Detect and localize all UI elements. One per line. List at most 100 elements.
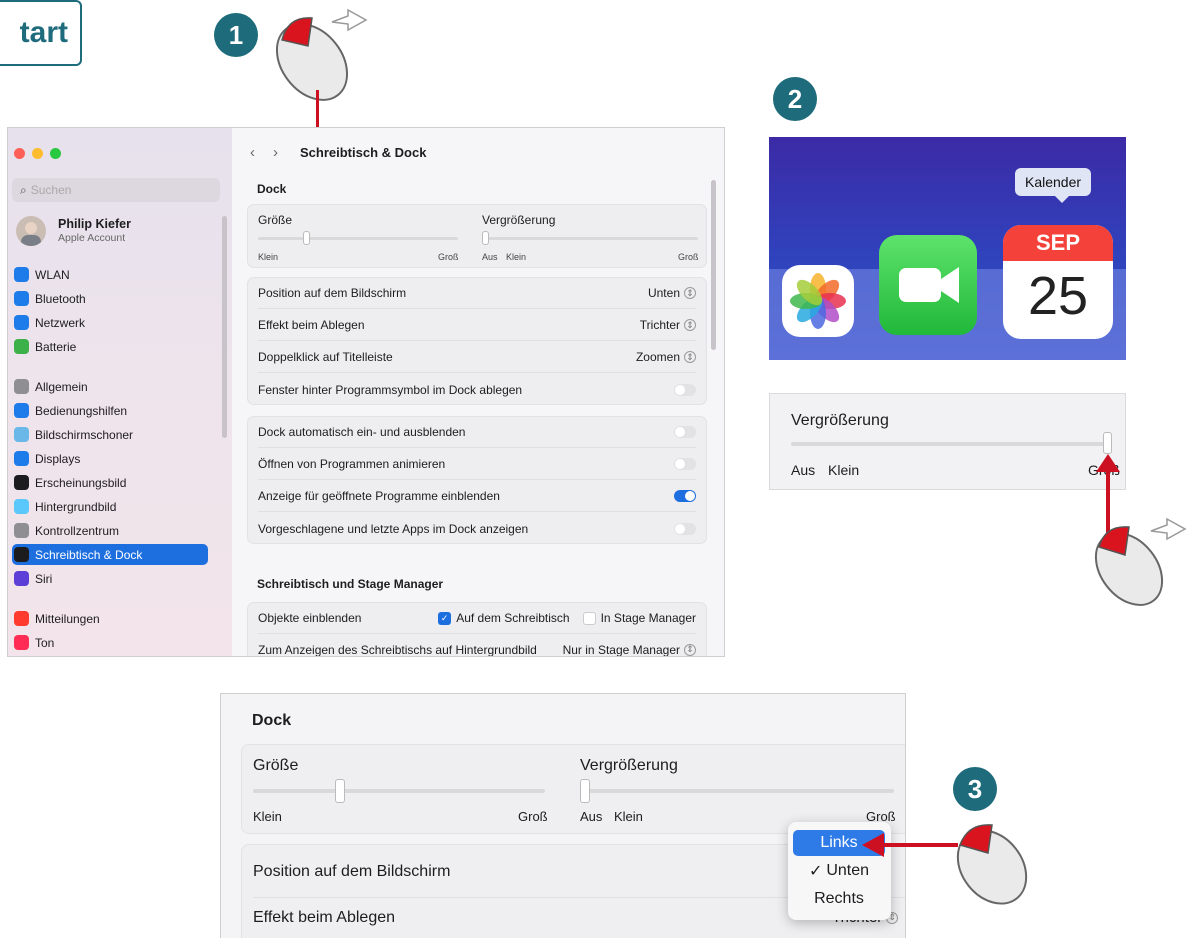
sidebar-item-bildschirmschoner[interactable]: Bildschirmschoner <box>12 424 208 445</box>
size-slider-thumb[interactable] <box>303 231 310 245</box>
forward-icon[interactable]: › <box>273 144 296 161</box>
wifi-icon <box>14 267 29 282</box>
step-badge-1: 1 <box>214 13 258 57</box>
sidebar-item-allgemein[interactable]: Allgemein <box>12 376 208 397</box>
sidebar-item-label: Kontrollzentrum <box>35 523 120 538</box>
row-popup[interactable]: Zoomen ⇕ <box>636 350 696 364</box>
row-label: Anzeige für geöffnete Programme einblend… <box>258 489 500 503</box>
sidebar-item-bedienungshilfen[interactable]: Bedienungshilfen <box>12 400 208 421</box>
desktop-click-value: Nur in Stage Manager <box>562 642 680 657</box>
size-label: Größe <box>258 213 293 227</box>
toggle-switch[interactable] <box>674 458 696 470</box>
sidebar-item-erscheinungsbild[interactable]: Erscheinungsbild <box>12 472 208 493</box>
calendar-app-icon[interactable]: SEP 25 <box>1003 225 1113 339</box>
photos-app-icon[interactable] <box>782 265 854 337</box>
user-account[interactable]: Philip Kiefer Apple Account <box>14 211 220 253</box>
globe-icon <box>14 315 29 330</box>
arrow-head-icon <box>1096 454 1120 472</box>
row-popup-value: Unten <box>647 286 680 300</box>
close-button[interactable] <box>14 148 25 159</box>
row-label: Dock automatisch ein- und ausblenden <box>258 425 466 439</box>
zoom-mag-off: Aus <box>580 809 603 824</box>
magnification-slider-track[interactable] <box>482 237 698 240</box>
zoom-position-label: Position auf dem Bildschirm <box>253 863 451 880</box>
row-popup-value: Zoomen <box>635 350 680 364</box>
objects-label: Objekte einblenden <box>258 611 362 625</box>
sidebar-item-kontrollzentrum[interactable]: Kontrollzentrum <box>12 520 208 541</box>
toggle-switch[interactable] <box>674 522 696 535</box>
main-pane: ‹› Schreibtisch & Dock Dock Größe Klein … <box>232 128 724 656</box>
dock-screenshot: Kalender SEP 25 <box>769 137 1126 360</box>
search-icon: ⌕ <box>20 182 27 197</box>
sidebar-item-siri[interactable]: Siri <box>12 568 208 589</box>
toggle-switch[interactable] <box>674 383 696 396</box>
zoom-size-track[interactable] <box>253 789 545 793</box>
sidebar-item-label: WLAN <box>35 267 70 282</box>
desktop-click-popup[interactable]: Nur in Stage Manager ⇕ <box>562 642 696 657</box>
search-input[interactable]: ⌕ Suchen <box>12 178 220 202</box>
zoom-size-max: Groß <box>518 809 548 824</box>
settings-row: Fenster hinter Programmsymbol im Dock ab… <box>258 374 696 405</box>
zoom-min-label: Klein <box>828 462 860 478</box>
minimize-button[interactable] <box>32 148 43 159</box>
sidebar-item-label: Ton <box>35 635 55 650</box>
facetime-app-icon[interactable] <box>879 235 977 335</box>
user-name: Philip Kiefer <box>58 217 131 231</box>
settings-row: Anzeige für geöffnete Programme einblend… <box>258 481 696 512</box>
sidebar-item-hintergrundbild[interactable]: Hintergrundbild <box>12 496 208 517</box>
zoom-magnification-thumb[interactable] <box>1103 432 1112 454</box>
magnification-label: Vergrößerung <box>482 213 556 227</box>
sidebar-item-label: Displays <box>35 451 81 466</box>
sidebar-item-displays[interactable]: Displays <box>12 448 208 469</box>
notifications-icon <box>14 611 29 626</box>
sidebar-item-bluetooth[interactable]: Bluetooth <box>12 288 208 309</box>
zoom-mag-min: Klein <box>614 809 643 824</box>
settings-window: ⌕ Suchen Philip Kiefer Apple Account WLA… <box>7 127 725 657</box>
main-scrollbar[interactable] <box>711 180 716 350</box>
menu-item-unten[interactable]: ✓ Unten <box>793 858 885 884</box>
sidebar-item-label: Mitteilungen <box>35 611 100 626</box>
sidebar-item-ton[interactable]: Ton <box>12 632 208 653</box>
size-slider-track[interactable] <box>258 237 458 240</box>
sound-icon <box>14 635 29 650</box>
magnification-off-label: Aus <box>482 252 498 262</box>
sidebar-item-label: Siri <box>35 571 53 586</box>
sidebar-item-mitteilungen[interactable]: Mitteilungen <box>12 608 208 629</box>
menu-item-rechts[interactable]: Rechts <box>793 886 885 912</box>
toggle-switch[interactable] <box>674 426 696 438</box>
sidebar-item-label: Allgemein <box>35 379 88 394</box>
mouse-icon <box>1094 517 1187 606</box>
user-subtitle: Apple Account <box>58 232 126 244</box>
mouse-icon <box>275 8 368 101</box>
magnification-min-label: Klein <box>506 252 527 262</box>
toggle-switch[interactable] <box>674 490 696 502</box>
position-card: Position auf dem Bildschirm Unten ⇕ Effekt … <box>247 277 707 405</box>
sidebar-item-label: Schreibtisch & Dock <box>35 547 143 562</box>
row-popup[interactable]: Unten ⇕ <box>648 286 696 300</box>
sidebar-item-batterie[interactable]: Batterie <box>12 336 208 357</box>
checkbox-desktop[interactable]: ✓ <box>438 611 452 625</box>
sidebar-item-label: Erscheinungsbild <box>35 475 127 490</box>
settings-row: Doppelklick auf Titelleiste Zoomen ⇕ <box>258 342 696 373</box>
magnification-slider-thumb[interactable] <box>482 231 489 245</box>
bluetooth-icon <box>14 291 29 306</box>
row-popup[interactable]: Trichter ⇕ <box>640 318 696 332</box>
row-label: Öffnen von Programmen animieren <box>258 457 446 471</box>
zoom-size-thumb[interactable] <box>335 779 345 803</box>
sidebar-item-netzwerk[interactable]: Netzwerk <box>12 312 208 333</box>
sidebar-scrollbar[interactable] <box>222 216 227 438</box>
page-title: Schreibtisch & Dock <box>300 145 427 160</box>
search-placeholder: Suchen <box>30 183 72 197</box>
step-badge-3: 3 <box>953 767 997 811</box>
zoom-size-card: Größe Klein Groß Vergrößerung Aus Klein … <box>241 744 905 834</box>
magnification-max-label: Groß <box>678 252 699 262</box>
sidebar-item-wlan[interactable]: WLAN <box>12 264 208 285</box>
back-icon[interactable]: ‹ <box>250 144 273 161</box>
zoom-mag-track[interactable] <box>580 789 894 793</box>
checkbox-stage-manager[interactable] <box>582 611 596 625</box>
battery-icon <box>14 339 29 354</box>
zoom-magnification-track[interactable] <box>791 442 1109 446</box>
zoom-mag-thumb[interactable] <box>580 779 590 803</box>
zoom-button[interactable] <box>50 148 61 159</box>
sidebar-item-schreibtisch-dock[interactable]: Schreibtisch & Dock <box>12 544 208 565</box>
